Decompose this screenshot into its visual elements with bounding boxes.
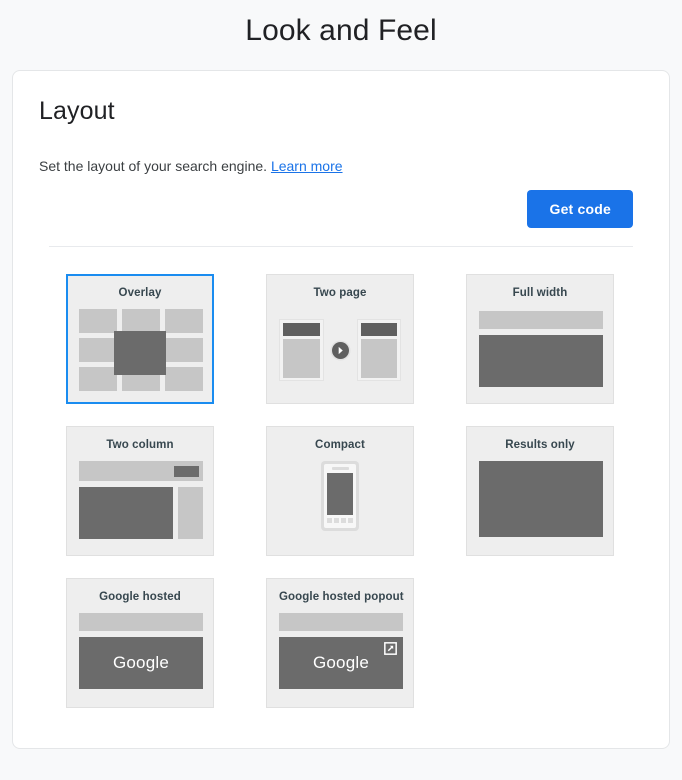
- layout-option-two-column[interactable]: Two column: [66, 426, 214, 556]
- layout-option-overlay[interactable]: Overlay: [66, 274, 214, 404]
- phone-button: [341, 518, 346, 523]
- overlay-cell: [79, 309, 117, 333]
- overlay-thumbnail: [79, 309, 203, 397]
- results-block: [479, 335, 603, 387]
- overlay-cell: [165, 367, 203, 391]
- phone-buttons: [327, 518, 353, 523]
- learn-more-link[interactable]: Learn more: [271, 158, 343, 174]
- layout-option-label: Results only: [505, 439, 575, 451]
- header-chip-block: [174, 465, 199, 477]
- overlay-cell: [79, 367, 117, 391]
- layout-options-grid: Overlay Two page Full width Two column C…: [37, 247, 645, 708]
- page-body-block: [360, 339, 397, 378]
- panel-description: Set the layout of your search engine. Le…: [39, 156, 645, 176]
- layout-panel: Layout Set the layout of your search eng…: [12, 70, 670, 749]
- overlay-cell: [79, 338, 117, 362]
- overlay-cell: [165, 309, 203, 333]
- two-page-thumbnail: [279, 309, 401, 397]
- header-bar-block: [279, 613, 403, 631]
- overlay-cell: [122, 309, 160, 333]
- page-header-bar: [360, 323, 397, 336]
- arrow-right-circle-icon: [331, 341, 349, 359]
- phone-button: [334, 518, 339, 523]
- overlay-center-block: [114, 331, 166, 375]
- layout-option-label: Overlay: [118, 287, 162, 299]
- layout-option-label: Two column: [106, 439, 174, 451]
- layout-option-label: Compact: [315, 439, 365, 451]
- page-body-block: [283, 339, 320, 378]
- two-page-right-page: [356, 319, 401, 381]
- side-column-block: [178, 487, 203, 539]
- phone-body: [324, 464, 356, 528]
- external-link-icon: [384, 642, 397, 655]
- phone-screen: [327, 473, 353, 515]
- panel-description-text: Set the layout of your search engine.: [39, 158, 268, 174]
- google-wordmark: Google: [312, 653, 370, 672]
- layout-option-label: Full width: [512, 287, 568, 299]
- full-width-thumbnail: [479, 309, 603, 397]
- header-bar-block: [79, 613, 203, 631]
- layout-option-google-hosted-popout[interactable]: Google hosted popout Google: [266, 578, 414, 708]
- two-page-left-page: [279, 319, 324, 381]
- results-only-thumbnail: [479, 461, 603, 549]
- panel-actions: Get code: [37, 190, 645, 228]
- layout-option-two-page[interactable]: Two page: [266, 274, 414, 404]
- results-block: [479, 461, 603, 537]
- mobile-phone-icon: [321, 461, 359, 531]
- layout-option-compact[interactable]: Compact: [266, 426, 414, 556]
- layout-option-full-width[interactable]: Full width: [466, 274, 614, 404]
- header-bar-block: [479, 311, 603, 329]
- overlay-cell: [165, 338, 203, 362]
- page-header-bar: [283, 323, 320, 336]
- page-title: Look and Feel: [245, 14, 437, 47]
- layout-option-label: Google hosted: [99, 591, 181, 603]
- panel-title: Layout: [39, 97, 115, 125]
- layout-option-label: Two page: [313, 287, 367, 299]
- layout-option-results-only[interactable]: Results only: [466, 426, 614, 556]
- phone-button: [327, 518, 332, 523]
- header-bar-block: [79, 461, 203, 481]
- two-page-pages: [279, 309, 401, 391]
- google-hosted-thumbnail: Google: [79, 613, 203, 701]
- layout-option-label: Google hosted popout: [279, 591, 404, 603]
- phone-speaker: [331, 467, 349, 470]
- page-root: Look and Feel Layout Set the layout of y…: [0, 0, 682, 749]
- google-wordmark: Google: [112, 653, 170, 672]
- results-block: Google: [279, 637, 403, 689]
- phone-button: [348, 518, 353, 523]
- google-hosted-popout-thumbnail: Google: [279, 613, 403, 701]
- layout-option-google-hosted[interactable]: Google hosted Google: [66, 578, 214, 708]
- results-block: Google: [79, 637, 203, 689]
- two-column-columns: [79, 487, 203, 539]
- get-code-button[interactable]: Get code: [527, 190, 633, 228]
- two-column-thumbnail: [79, 461, 203, 549]
- main-column-block: [79, 487, 173, 539]
- compact-thumbnail: [279, 461, 401, 543]
